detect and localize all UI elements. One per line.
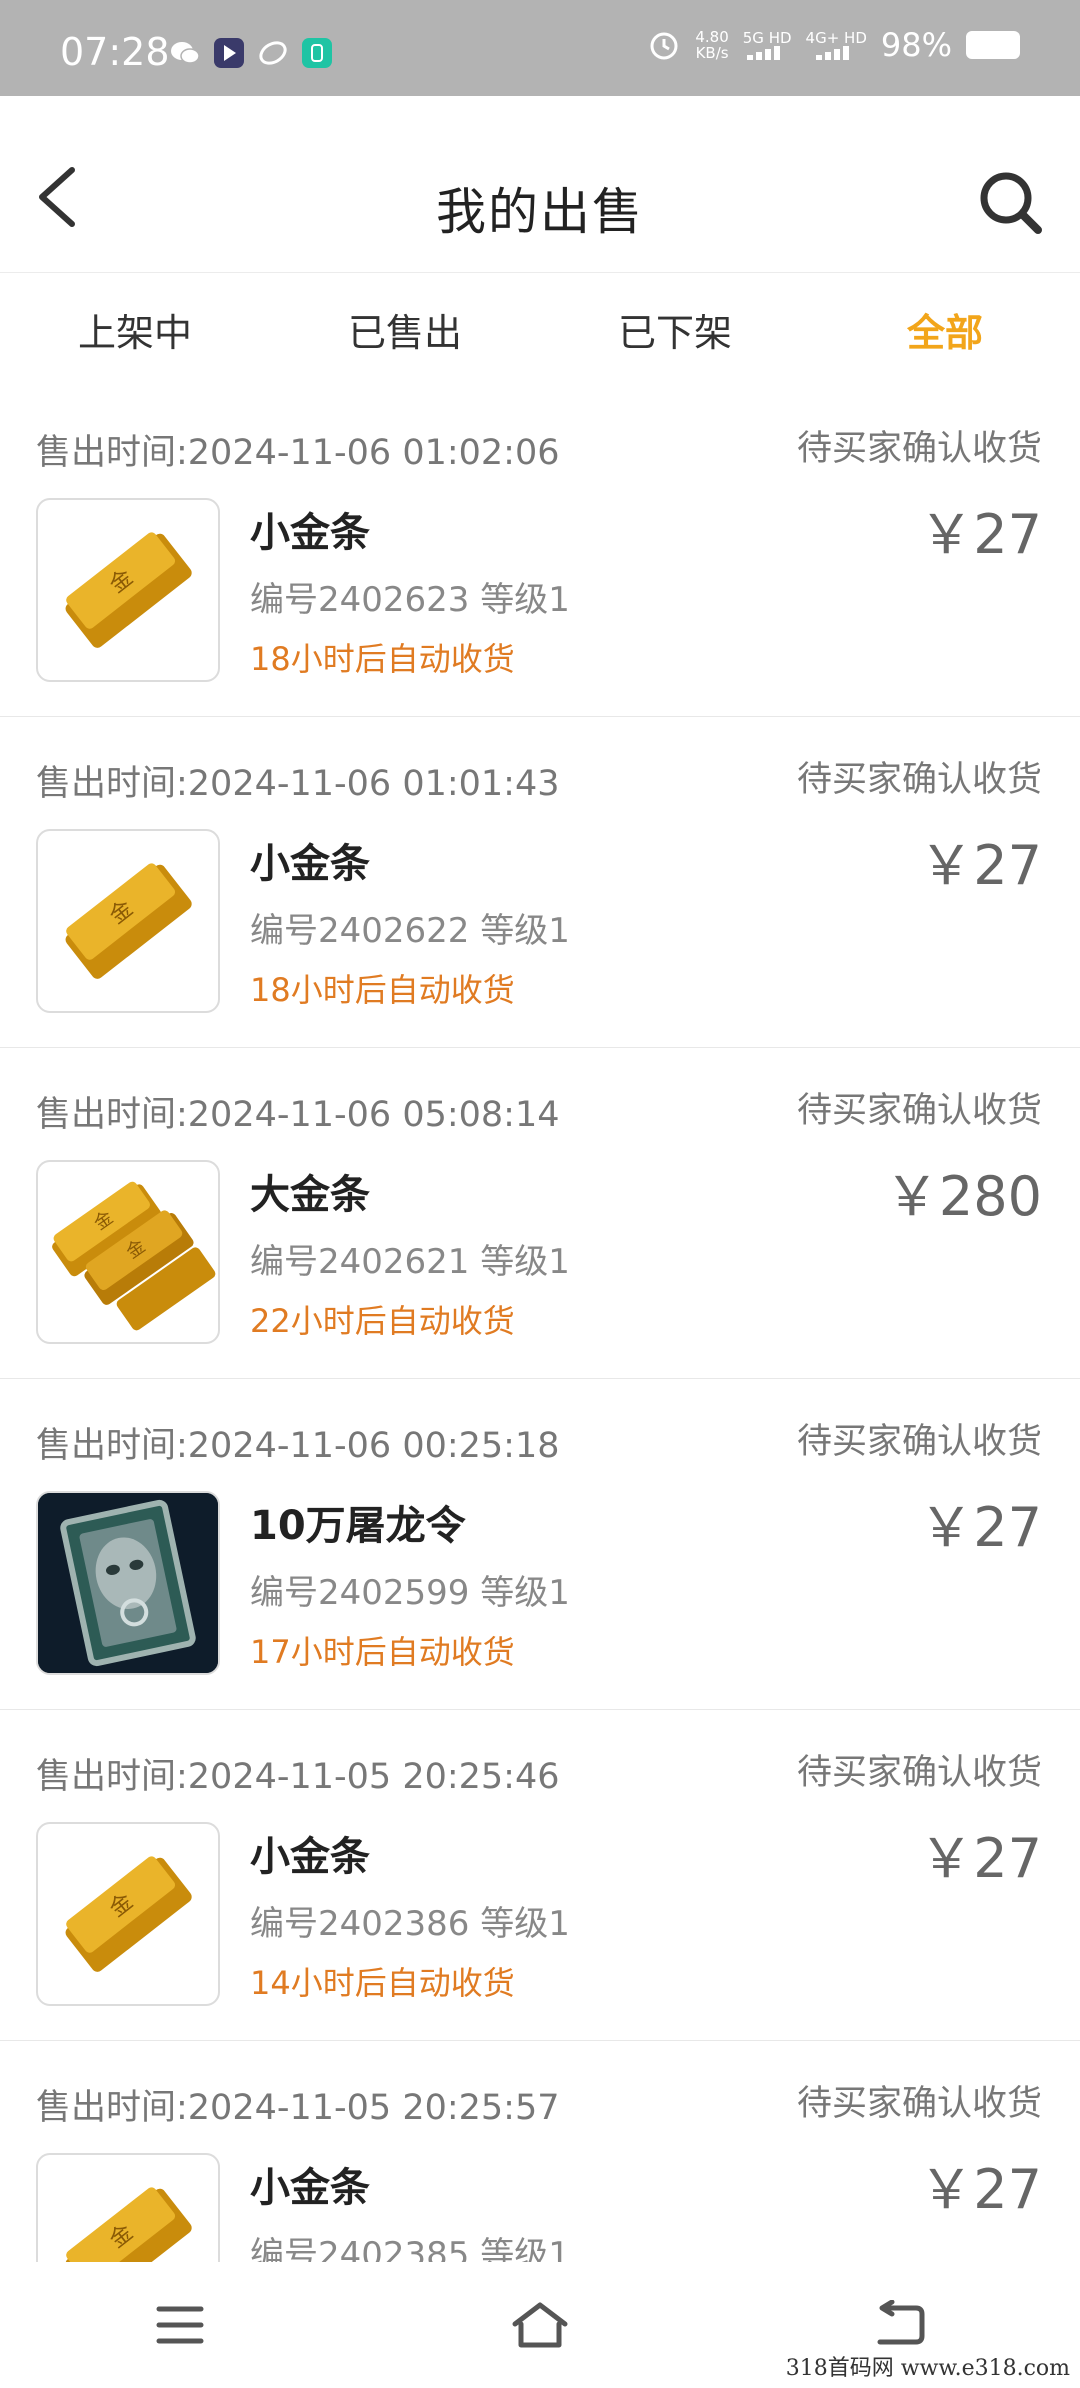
status-right: 4.80 KB/s 5G HD 4G+ HD 98% xyxy=(647,26,1020,64)
signal-bars-icon xyxy=(816,46,850,60)
gold-bar-icon: 金 xyxy=(65,532,192,648)
search-button[interactable] xyxy=(976,168,1044,236)
net-speed: 4.80 KB/s xyxy=(695,29,728,61)
item-meta: 编号2402621 等级1 xyxy=(250,1242,570,1282)
order-status: 待买家确认收货 xyxy=(796,2084,1042,2124)
net-speed-value: 4.80 xyxy=(695,28,729,46)
gold-bar-icon: 金 xyxy=(65,863,192,979)
item-name: 小金条 xyxy=(250,841,370,887)
sale-time: 售出时间:2024-11-06 01:02:06 xyxy=(36,433,560,473)
signal-5g-label: 5G HD xyxy=(742,29,792,47)
tab-all[interactable]: 全部 xyxy=(810,272,1080,386)
order-card[interactable]: 售出时间:2024-11-05 20:25:46 待买家确认收货 金 小金条 编… xyxy=(0,1710,1080,2041)
menu-icon xyxy=(156,2306,204,2344)
auto-receive-note: 18小时后自动收货 xyxy=(250,971,515,1009)
gold-bar-icon: 金 xyxy=(65,2187,192,2262)
price: ￥27 xyxy=(919,1827,1042,1890)
price: ￥27 xyxy=(919,1496,1042,1559)
alarm-icon xyxy=(650,32,678,60)
home-button[interactable] xyxy=(495,2285,585,2365)
order-card[interactable]: 售出时间:2024-11-06 01:01:43 待买家确认收货 金 小金条 编… xyxy=(0,717,1080,1048)
store-app-icon xyxy=(302,38,332,68)
video-app-icon xyxy=(214,38,244,68)
signal-4g-label: 4G+ HD xyxy=(805,29,867,47)
search-icon xyxy=(980,172,1042,234)
item-name: 大金条 xyxy=(250,1172,370,1218)
item-meta: 编号2402622 等级1 xyxy=(250,911,570,951)
header: 我的出售 xyxy=(0,96,1080,273)
tab-delisted[interactable]: 已下架 xyxy=(540,272,810,386)
wechat-icon xyxy=(170,38,200,68)
net-speed-unit: KB/s xyxy=(695,44,729,62)
item-meta: 编号2402386 等级1 xyxy=(250,1904,570,1944)
item-thumbnail: 金 xyxy=(36,498,220,682)
order-status: 待买家确认收货 xyxy=(796,429,1042,469)
page-title: 我的出售 xyxy=(436,183,644,241)
item-meta: 编号2402623 等级1 xyxy=(250,580,570,620)
sale-time: 售出时间:2024-11-06 05:08:14 xyxy=(36,1095,560,1135)
app-icon xyxy=(258,38,288,68)
auto-receive-note: 18小时后自动收货 xyxy=(250,640,515,678)
order-status: 待买家确认收货 xyxy=(796,1422,1042,1462)
price: ￥27 xyxy=(919,834,1042,897)
item-meta: 编号2402385 等级1 xyxy=(250,2235,570,2262)
item-meta: 编号2402599 等级1 xyxy=(250,1573,570,1613)
item-thumbnail: 金 xyxy=(36,829,220,1013)
signal-4g: 4G+ HD xyxy=(806,30,867,60)
watermark: 318首码网 www.e318.com xyxy=(785,2356,1070,2381)
order-status: 待买家确认收货 xyxy=(796,1091,1042,1131)
tab-sold[interactable]: 已售出 xyxy=(270,272,540,386)
price: ￥27 xyxy=(919,503,1042,566)
sale-time: 售出时间:2024-11-06 01:01:43 xyxy=(36,764,560,804)
item-thumbnail: 金 金 xyxy=(36,1160,220,1344)
status-time: 07:28 xyxy=(60,30,170,74)
item-name: 小金条 xyxy=(250,2165,370,2211)
gold-bar-icon: 金 xyxy=(65,1856,192,1972)
order-card[interactable]: 售出时间:2024-11-06 01:02:06 待买家确认收货 金 小金条 编… xyxy=(0,386,1080,717)
order-card[interactable]: 售出时间:2024-11-05 20:25:57 待买家确认收货 金 小金条 编… xyxy=(0,2041,1080,2262)
gold-bars-stack-icon: 金 金 xyxy=(52,1181,216,1331)
price: ￥280 xyxy=(884,1165,1042,1228)
auto-receive-note: 14小时后自动收货 xyxy=(250,1964,515,2002)
auto-receive-note: 22小时后自动收货 xyxy=(250,1302,515,1340)
home-icon xyxy=(512,2302,568,2348)
item-thumbnail: 金 xyxy=(36,1822,220,2006)
tab-listed[interactable]: 上架中 xyxy=(0,272,270,386)
battery-icon xyxy=(966,31,1020,59)
item-name: 10万屠龙令 xyxy=(250,1503,466,1549)
item-thumbnail xyxy=(36,1491,220,1675)
sale-time: 售出时间:2024-11-05 20:25:46 xyxy=(36,1757,560,1797)
order-list: 售出时间:2024-11-06 01:02:06 待买家确认收货 金 小金条 编… xyxy=(0,386,1080,2262)
sale-time: 售出时间:2024-11-05 20:25:57 xyxy=(36,2088,560,2128)
item-name: 小金条 xyxy=(250,510,370,556)
order-card[interactable]: 售出时间:2024-11-06 05:08:14 待买家确认收货 金 金 大金条… xyxy=(0,1048,1080,1379)
sale-time: 售出时间:2024-11-06 00:25:18 xyxy=(36,1426,560,1466)
order-card[interactable]: 售出时间:2024-11-06 00:25:18 待买家确认收货 10万屠龙令 … xyxy=(0,1379,1080,1710)
battery-percent: 98% xyxy=(880,26,952,64)
item-thumbnail: 金 xyxy=(36,2153,220,2262)
return-icon xyxy=(877,2300,925,2345)
signal-5g: 5G HD xyxy=(743,30,792,60)
status-bar: 07:28 4.80 KB/s 5G HD 4G+ HD 98% xyxy=(0,0,1080,96)
price: ￥27 xyxy=(919,2158,1042,2221)
item-name: 小金条 xyxy=(250,1834,370,1880)
dragon-token-icon xyxy=(38,1493,218,1673)
order-status: 待买家确认收货 xyxy=(796,760,1042,800)
tab-bar: 上架中 已售出 已下架 全部 xyxy=(0,272,1080,387)
order-status: 待买家确认收货 xyxy=(796,1753,1042,1793)
auto-receive-note: 17小时后自动收货 xyxy=(250,1633,515,1671)
menu-button[interactable] xyxy=(135,2285,225,2365)
signal-bars-icon xyxy=(747,46,781,60)
